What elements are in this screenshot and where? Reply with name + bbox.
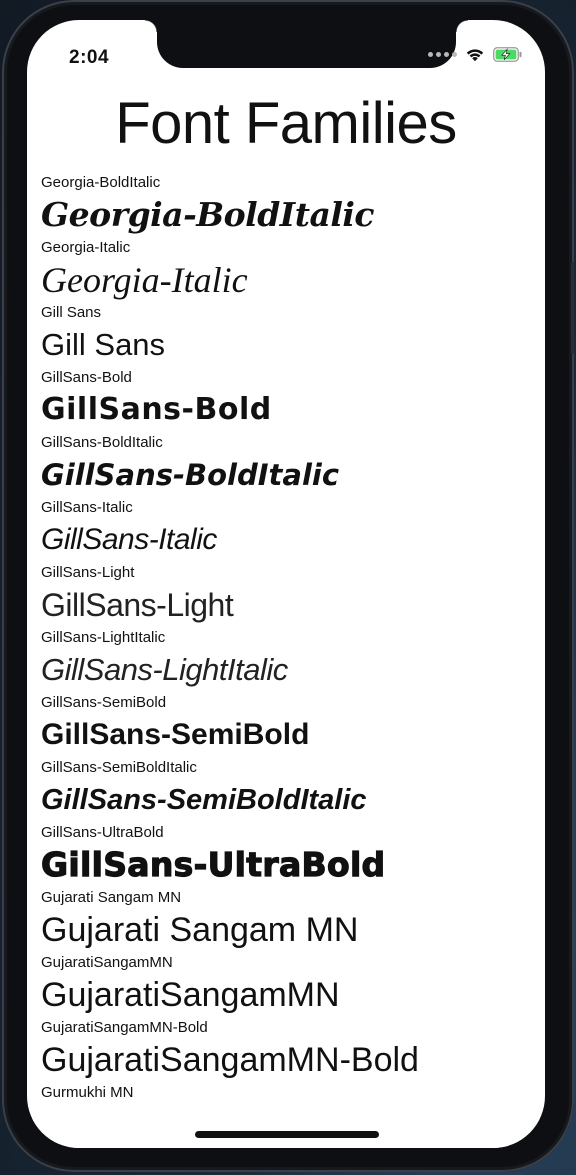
app-screen: 2:04 Font Families Georgia-BoldItalic Ge… — [27, 20, 545, 1148]
battery-charging-icon — [493, 47, 523, 62]
status-time: 2:04 — [69, 47, 110, 68]
font-sample: GujaratiSangamMN-Bold — [41, 1041, 419, 1079]
font-name-label: Gill Sans — [41, 304, 102, 321]
font-sample: GillSans-LightItalic — [41, 652, 288, 687]
list-item: GujaratiSangamMN-Bold GujaratiSangamMN-B… — [41, 1017, 541, 1082]
list-item: GujaratiSangamMN GujaratiSangamMN — [41, 952, 541, 1017]
list-item: Gujarati Sangam MN Gujarati Sangam MN — [41, 887, 541, 952]
font-sample: Georgia-Italic — [41, 260, 248, 300]
list-item: Georgia-BoldItalic Georgia-BoldItalic — [41, 172, 541, 237]
font-sample: Georgia-BoldItalic — [41, 195, 375, 234]
font-name-label: GujaratiSangamMN — [41, 954, 173, 971]
side-button — [571, 262, 574, 354]
font-name-label: Gurmukhi MN — [41, 1084, 134, 1101]
list-item: Gurmukhi MN — [41, 1082, 541, 1103]
font-name-label: Georgia-BoldItalic — [41, 174, 161, 191]
list-item: GillSans-SemiBold GillSans-SemiBold — [41, 692, 541, 757]
list-item: GillSans-Bold GillSans-Bold — [41, 367, 541, 432]
font-name-label: GillSans-Light — [41, 564, 135, 581]
font-sample: GillSans-UltraBold — [40, 844, 386, 884]
font-sample: GillSans-Bold — [41, 392, 272, 427]
home-indicator[interactable] — [195, 1131, 379, 1138]
list-item: GillSans-SemiBoldItalic GillSans-SemiBol… — [41, 757, 541, 822]
font-sample: GillSans-BoldItalic — [41, 458, 340, 492]
font-name-label: Georgia-Italic — [41, 239, 131, 256]
font-list[interactable]: Georgia-BoldItalic Georgia-BoldItalic Ge… — [40, 172, 541, 1103]
list-item: GillSans-Light GillSans-Light — [41, 562, 541, 627]
font-name-label: GillSans-BoldItalic — [41, 434, 163, 451]
signal-dots-icon — [428, 52, 457, 57]
wifi-icon — [465, 47, 485, 62]
list-item: GillSans-BoldItalic GillSans-BoldItalic — [41, 432, 541, 497]
font-sample: GillSans-Italic — [41, 523, 217, 556]
font-sample: GujaratiSangamMN — [41, 976, 340, 1014]
font-name-label: GillSans-Italic — [41, 499, 133, 516]
font-name-label: GillSans-SemiBoldItalic — [41, 759, 197, 776]
list-item: GillSans-UltraBold GillSans-UltraBold — [40, 822, 541, 887]
list-item: GillSans-LightItalic GillSans-LightItali… — [41, 627, 541, 692]
notch — [145, 20, 468, 68]
font-name-label: GillSans-LightItalic — [41, 629, 166, 646]
font-sample: GillSans-SemiBold — [41, 718, 310, 751]
font-name-label: GillSans-Bold — [41, 369, 132, 386]
page-title: Font Families — [115, 91, 457, 156]
font-sample: Gill Sans — [41, 327, 166, 362]
font-sample: Gujarati Sangam MN — [41, 911, 359, 949]
font-name-label: GillSans-UltraBold — [41, 824, 164, 841]
font-name-label: GillSans-SemiBold — [41, 694, 167, 711]
font-sample: GillSans-SemiBoldItalic — [41, 784, 367, 816]
font-name-label: Gujarati Sangam MN — [41, 889, 182, 906]
list-item: Georgia-Italic Georgia-Italic — [41, 237, 541, 302]
list-item: Gill Sans Gill Sans — [41, 302, 541, 367]
status-icons — [428, 47, 523, 62]
font-sample: GillSans-Light — [41, 587, 234, 623]
font-name-label: GujaratiSangamMN-Bold — [41, 1019, 208, 1036]
device-frame: 2:04 Font Families Georgia-BoldItalic Ge… — [2, 0, 574, 1172]
list-item: GillSans-Italic GillSans-Italic — [41, 497, 541, 562]
